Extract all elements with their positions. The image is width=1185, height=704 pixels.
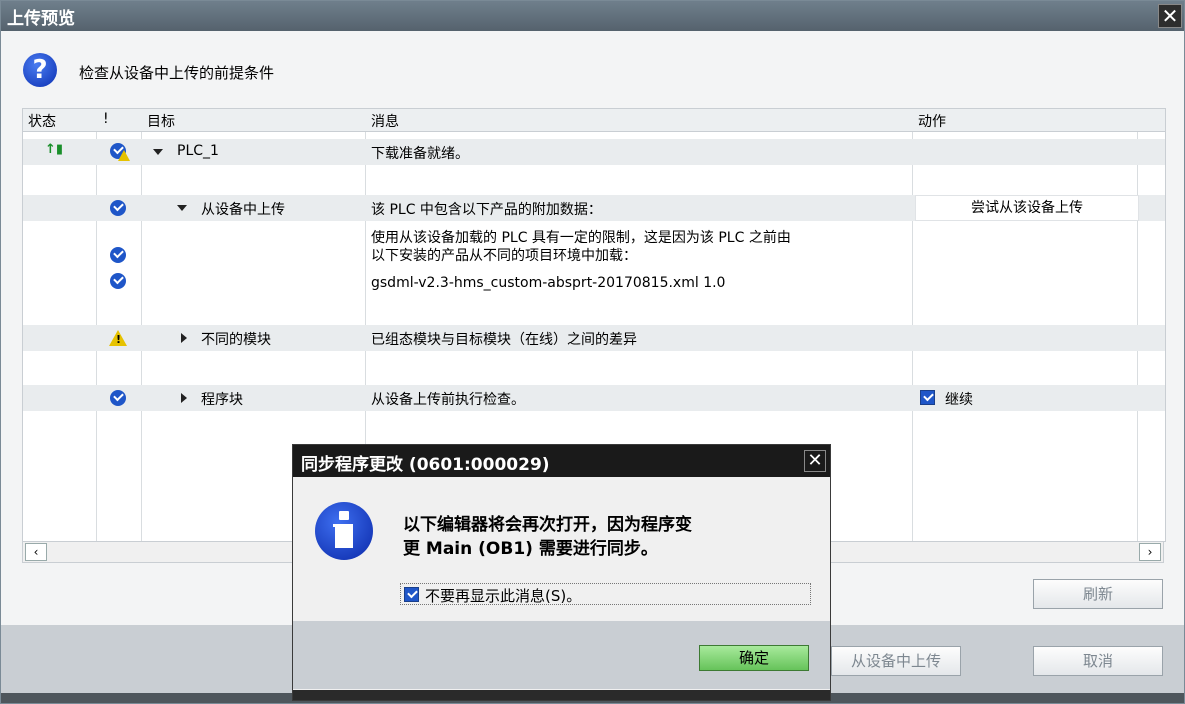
check-icon — [110, 247, 126, 263]
row-message: 下载准备就绪。 — [371, 146, 469, 162]
collapse-icon[interactable] — [181, 333, 187, 343]
table-header: 状态 ! 目标 消息 动作 — [23, 109, 1165, 132]
close-button[interactable]: ✕ — [1158, 4, 1182, 28]
dialog-bottom-strip — [293, 690, 830, 700]
table-row[interactable]: 从设备中上传 该 PLC 中包含以下产品的附加数据： 尝试从该设备上传 — [23, 195, 1165, 221]
row-message: 从设备上传前执行检查。 — [371, 392, 525, 408]
expand-icon[interactable] — [177, 205, 187, 211]
column-status[interactable]: 状态 — [28, 111, 56, 131]
row-message: gsdml-v2.3-hms_custom-absprt-20170815.xm… — [371, 275, 726, 291]
table-row[interactable]: ! 不同的模块 已组态模块与目标模块（在线）之间的差异 — [23, 325, 1165, 351]
row-message-line1: 使用从该设备加载的 PLC 具有一定的限制，这是因为该 PLC 之前由 — [371, 230, 791, 246]
ok-button[interactable]: 确定 — [699, 645, 809, 671]
dialog-message: 以下编辑器将会再次打开，因为程序变 更 Main (OB1) 需要进行同步。 — [403, 513, 803, 561]
table-row[interactable]: ↑▮ PLC_1 下载准备就绪。 — [23, 139, 1165, 165]
table-row[interactable]: 程序块 从设备上传前执行检查。 继续 — [23, 385, 1165, 411]
action-select[interactable]: 尝试从该设备上传 — [915, 195, 1139, 221]
upload-preview-window: 上传预览 ✕ ? 检查从设备中上传的前提条件 状态 ! 目标 消息 动作 ↑▮ … — [0, 0, 1185, 704]
refresh-button[interactable]: 刷新 — [1033, 579, 1163, 609]
column-action[interactable]: 动作 — [918, 111, 946, 131]
scroll-right-button[interactable]: › — [1139, 543, 1161, 561]
header-text: 检查从设备中上传的前提条件 — [79, 64, 275, 82]
continue-label: 继续 — [945, 392, 973, 408]
dialog-message-line1: 以下编辑器将会再次打开，因为程序变 — [403, 515, 692, 535]
dialog-message-line2: 更 Main (OB1) 需要进行同步。 — [403, 539, 658, 559]
continue-checkbox[interactable] — [920, 390, 935, 405]
dialog-title: 同步程序更改 (0601:000029) — [301, 455, 550, 475]
row-target: 程序块 — [201, 392, 243, 408]
dont-show-again-label: 不要再显示此消息(S)。 — [425, 587, 582, 605]
column-target[interactable]: 目标 — [147, 111, 175, 131]
expand-icon[interactable] — [153, 149, 163, 155]
row-message: 该 PLC 中包含以下产品的附加数据： — [371, 202, 602, 218]
info-icon — [315, 502, 373, 560]
title-bar: 上传预览 ✕ — [1, 1, 1184, 31]
warning-overlay-icon — [118, 150, 130, 161]
cancel-button[interactable]: 取消 — [1033, 646, 1163, 676]
dialog-title-bar: 同步程序更改 (0601:000029) ✕ — [293, 445, 830, 477]
check-icon — [110, 273, 126, 289]
row-target: 不同的模块 — [201, 332, 271, 348]
window-title: 上传预览 — [7, 9, 75, 29]
scroll-left-button[interactable]: ‹ — [25, 543, 47, 561]
upload-status-icon: ↑▮ — [45, 142, 64, 157]
row-message: 已组态模块与目标模块（在线）之间的差异 — [371, 332, 637, 348]
upload-from-device-button[interactable]: 从设备中上传 — [831, 646, 961, 676]
warning-icon: ! — [109, 330, 127, 346]
dialog-close-button[interactable]: ✕ — [804, 450, 826, 472]
table-row[interactable]: gsdml-v2.3-hms_custom-absprt-20170815.xm… — [23, 271, 1165, 297]
column-message[interactable]: 消息 — [371, 111, 399, 131]
dont-show-again-option[interactable]: 不要再显示此消息(S)。 — [400, 583, 811, 605]
sync-dialog: 同步程序更改 (0601:000029) ✕ 以下编辑器将会再次打开，因为程序变… — [292, 444, 831, 701]
check-icon — [110, 200, 126, 216]
table-row[interactable]: 使用从该设备加载的 PLC 具有一定的限制，这是因为该 PLC 之前由 以下安装… — [23, 223, 1165, 271]
row-target: PLC_1 — [177, 143, 219, 159]
check-icon — [110, 390, 126, 406]
dont-show-again-checkbox[interactable] — [404, 587, 419, 602]
row-message-line2: 以下安装的产品从不同的项目环境中加载： — [371, 248, 637, 264]
row-target: 从设备中上传 — [201, 202, 285, 218]
question-icon: ? — [23, 53, 57, 87]
collapse-icon[interactable] — [181, 393, 187, 403]
column-flag[interactable]: ! — [103, 111, 109, 127]
